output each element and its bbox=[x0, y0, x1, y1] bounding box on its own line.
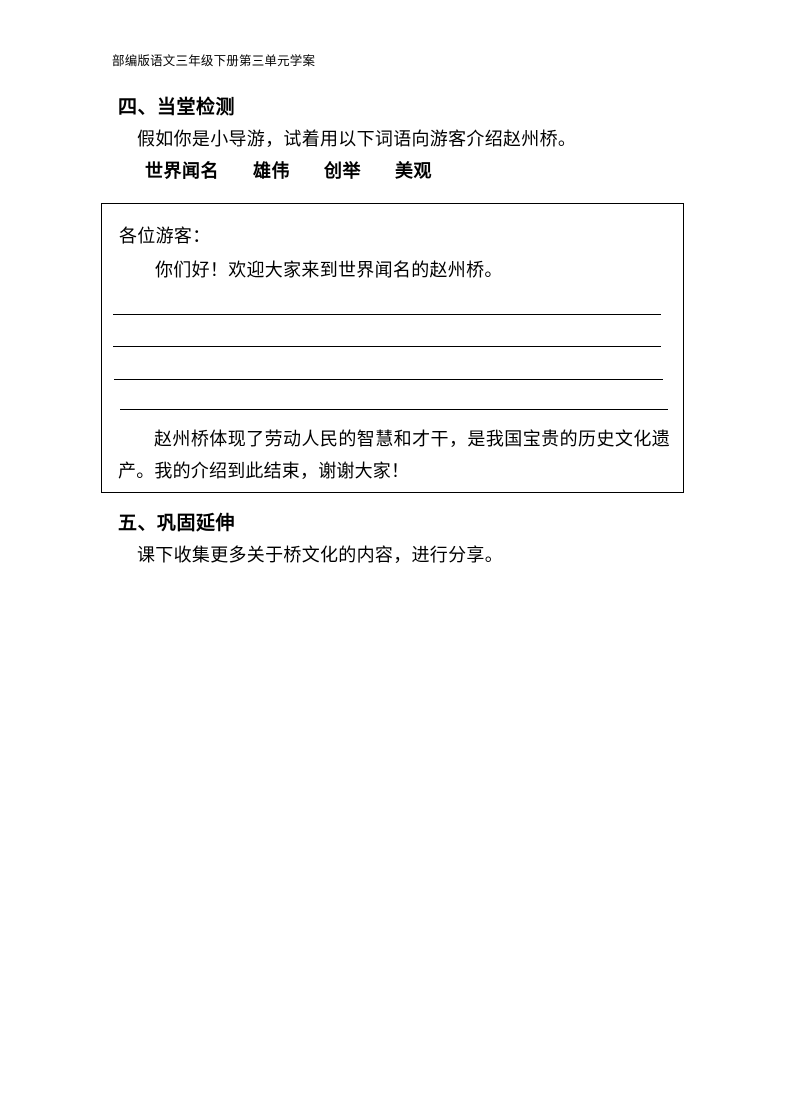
section-five-block: 五、巩固延伸 课下收集更多关于桥文化的内容，进行分享。 bbox=[101, 508, 701, 572]
section-four-heading: 四、当堂检测 bbox=[118, 96, 236, 118]
key-word-2: 雄伟 bbox=[253, 161, 290, 182]
section-five-heading: 五、巩固延伸 bbox=[118, 512, 236, 534]
blank-write-line-1[interactable] bbox=[113, 314, 661, 315]
document-page: 部编版语文三年级下册第三单元学案 四、当堂检测 假如你是小导游，试着用以下词语向… bbox=[0, 0, 790, 1119]
key-words-row: 世界闻名 雄伟 创举 美观 bbox=[101, 156, 701, 188]
key-word-4: 美观 bbox=[395, 161, 432, 182]
answer-box[interactable]: 各位游客： 你们好！欢迎大家来到世界闻名的赵州桥。 赵州桥体现了劳动人民的智慧和… bbox=[101, 203, 684, 493]
blank-write-line-4[interactable] bbox=[120, 409, 668, 410]
answer-closing-paragraph: 赵州桥体现了劳动人民的智慧和才干，是我国宝贵的历史文化遗产。我的介绍到此结束，谢… bbox=[118, 429, 670, 482]
section-five-instruction: 课下收集更多关于桥文化的内容，进行分享。 bbox=[137, 545, 503, 566]
blank-write-line-3[interactable] bbox=[114, 379, 663, 380]
section-four-instruction: 假如你是小导游，试着用以下词语向游客介绍赵州桥。 bbox=[137, 129, 577, 150]
answer-box-inner: 各位游客： 你们好！欢迎大家来到世界闻名的赵州桥。 赵州桥体现了劳动人民的智慧和… bbox=[102, 204, 683, 492]
blank-write-line-2[interactable] bbox=[113, 346, 661, 347]
running-header: 部编版语文三年级下册第三单元学案 bbox=[112, 53, 316, 68]
section-four-block: 四、当堂检测 假如你是小导游，试着用以下词语向游客介绍赵州桥。 世界闻名 雄伟 创举… bbox=[101, 92, 701, 188]
key-word-3: 创举 bbox=[324, 161, 361, 182]
key-word-1: 世界闻名 bbox=[145, 161, 219, 182]
